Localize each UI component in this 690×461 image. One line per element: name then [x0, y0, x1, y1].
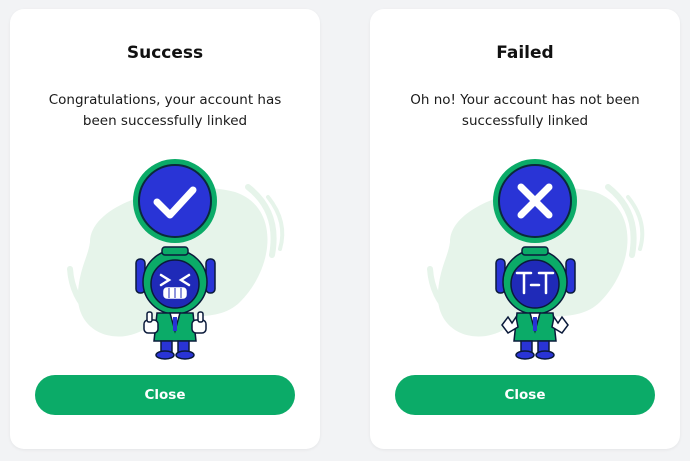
success-illustration: [67, 159, 285, 360]
success-message: Congratulations, your account has been s…: [48, 92, 282, 129]
success-close-button[interactable]: Close: [35, 375, 295, 415]
failed-dialog-card: Failed Oh no! Your account has not been …: [370, 9, 680, 449]
success-title: Success: [126, 43, 204, 63]
failed-illustration: [427, 159, 645, 360]
failed-message: Oh no! Your account has not been success…: [410, 92, 640, 129]
cross-icon: [493, 159, 577, 243]
failed-close-button[interactable]: Close: [395, 375, 655, 415]
checkmark-icon: [133, 159, 217, 243]
failed-title: Failed: [496, 43, 554, 63]
success-dialog-card: Success Congratulations, your account ha…: [10, 9, 320, 449]
